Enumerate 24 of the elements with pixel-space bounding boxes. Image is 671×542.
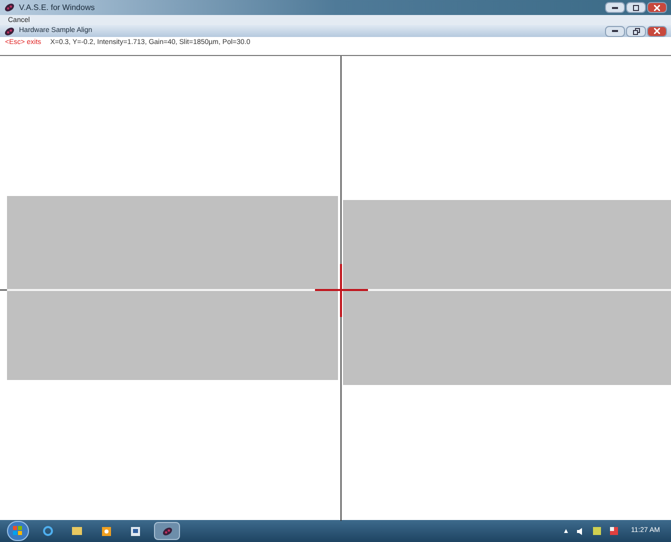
- app-logo-icon: [4, 2, 15, 13]
- app-logo-icon: [162, 526, 172, 536]
- minimize-button[interactable]: [605, 26, 625, 36]
- close-icon: [654, 28, 660, 34]
- restore-button[interactable]: [626, 26, 646, 36]
- maximize-icon: [633, 4, 639, 10]
- start-button[interactable]: [7, 521, 29, 541]
- close-button[interactable]: [647, 2, 667, 13]
- minimize-icon: [612, 30, 618, 32]
- close-icon: [654, 4, 660, 10]
- app-taskbar-button[interactable]: [154, 522, 180, 540]
- minimize-icon: [612, 6, 618, 8]
- restore-icon: [632, 28, 640, 34]
- maximize-button[interactable]: [626, 2, 646, 13]
- windows-logo-icon: [13, 526, 23, 536]
- folder-icon: [72, 527, 82, 535]
- browser-icon: [43, 526, 53, 536]
- close-button[interactable]: [647, 26, 667, 36]
- window-icon: [130, 526, 140, 536]
- tray-arrow-icon: [564, 529, 568, 533]
- app-logo-icon: [4, 26, 15, 36]
- speaker-icon: [576, 528, 584, 534]
- window-title: V.A.S.E. for Windows: [19, 2, 95, 14]
- minimize-button[interactable]: [605, 2, 625, 13]
